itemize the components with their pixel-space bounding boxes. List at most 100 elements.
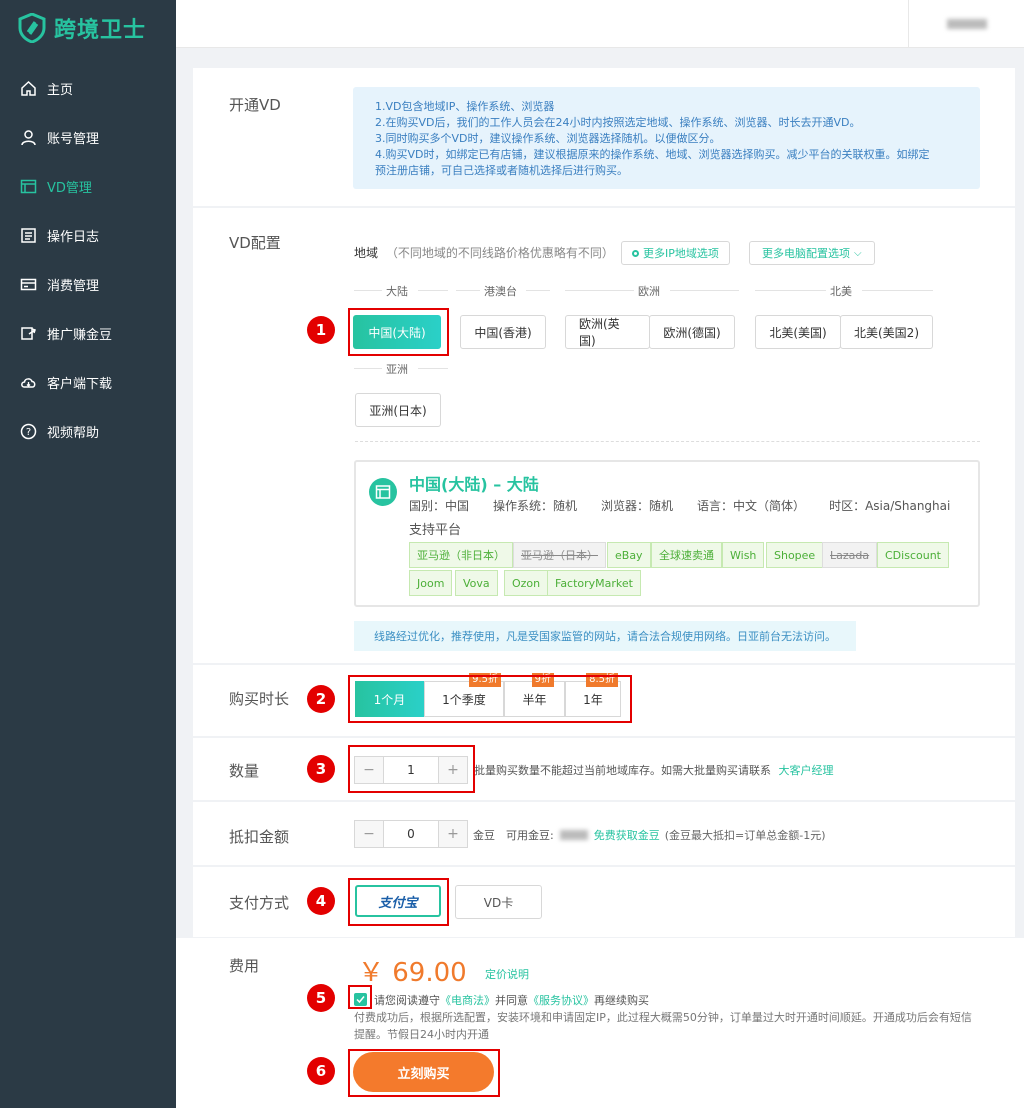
- region-europe-uk[interactable]: 欧洲(英国): [565, 315, 650, 349]
- info-line: 4.购买VD时，如绑定已有店铺，建议根据原来的操作系统、地域、浏览器选择购买。减…: [375, 148, 930, 161]
- platform-tag: Wish: [722, 542, 765, 568]
- region-asia-japan[interactable]: 亚洲(日本): [355, 393, 441, 427]
- window-icon: [20, 178, 37, 195]
- platform-tag: Vova: [455, 570, 498, 596]
- vd-card-option[interactable]: VD卡: [455, 885, 542, 919]
- sidebar-item-billing[interactable]: 消费管理: [0, 260, 176, 309]
- browser-window-icon: [369, 478, 397, 506]
- duration-label: 购买时长: [229, 690, 290, 708]
- agree-suffix: 再继续购买: [594, 994, 649, 1007]
- account-manager-link[interactable]: 大客户经理: [779, 764, 834, 777]
- home-icon: [20, 80, 37, 97]
- logo[interactable]: 跨境卫士: [0, 0, 176, 56]
- info-line: 预注册店铺，可自己选择或者随机选择后进行购买。: [375, 164, 628, 177]
- agree-prefix: 请您阅读遵守: [374, 994, 440, 1007]
- get-beans-link[interactable]: 免费获取金豆: [594, 827, 660, 843]
- region-label: 地域 （不同地域的不同线路价格优惠略有不同）: [354, 244, 614, 261]
- sidebar-item-label: 账号管理: [47, 132, 100, 147]
- info-line: 1.VD包含地域IP、操作系统、浏览器: [375, 100, 555, 113]
- beans-info: 金豆 可用金豆: 免费获取金豆 (金豆最大抵扣=订单总金额-1元): [473, 827, 826, 843]
- region-na-us[interactable]: 北美(美国): [755, 315, 841, 349]
- more-pc-config-button[interactable]: 更多电脑配置选项 ⌵: [749, 241, 875, 265]
- highlight-box: [348, 1049, 500, 1097]
- info-line: 3.同时购买多个VD时，建议操作系统、浏览器选择随机。以便做区分。: [375, 132, 721, 145]
- step-marker: 3: [307, 755, 335, 783]
- sidebar-item-label: 操作日志: [47, 230, 100, 245]
- platform-tag: Shopee: [766, 542, 824, 568]
- sidebar-item-download[interactable]: 客户端下载: [0, 358, 176, 407]
- platform-tag: Ozon: [504, 570, 549, 596]
- divider: [418, 290, 448, 291]
- sidebar-item-label: 推广赚金豆: [47, 328, 113, 343]
- deduction-rule: (金豆最大抵扣=订单总金额-1元): [664, 829, 826, 842]
- quantity-label: 数量: [229, 762, 260, 780]
- open-vd-section: 开通VD 1.VD包含地域IP、操作系统、浏览器 2.在购买VD后，我们的工作人…: [193, 68, 1015, 208]
- divider: [354, 290, 382, 291]
- group-label-europe: 欧洲: [638, 285, 660, 298]
- main-panel: 开通VD 1.VD包含地域IP、操作系统、浏览器 2.在购买VD后，我们的工作人…: [193, 68, 1015, 937]
- step-marker: 2: [307, 685, 335, 713]
- help-icon: ?: [20, 423, 37, 440]
- deduction-label: 抵扣金额: [229, 828, 290, 846]
- sidebar-item-label: VD管理: [47, 181, 92, 196]
- quantity-hint: 批量购买数量不能超过当前地域库存。如需大批量购买请联系 大客户经理: [474, 762, 834, 778]
- highlight-box: [348, 878, 449, 926]
- step-marker: 1: [307, 316, 335, 344]
- detail-country: 国别：中国: [409, 499, 470, 513]
- sidebar: 跨境卫士 主页 账号管理 VD管理 操作日志 消费管理 推广赚金豆 客户端下载 …: [0, 0, 176, 1108]
- fee-section: 费用 ￥ 69.00 定价说明 请您阅读遵守《电商法》并同意《服务协议》再继续购…: [176, 938, 1024, 1108]
- platform-label: 支持平台: [409, 523, 462, 538]
- platform-tag: CDiscount: [877, 542, 949, 568]
- divider: [526, 290, 550, 291]
- top-bar: [176, 0, 1024, 48]
- user-menu[interactable]: [908, 0, 1024, 48]
- platform-tag: Joom: [409, 570, 453, 596]
- platform-tag: 全球速卖通: [651, 542, 722, 568]
- divider: [862, 290, 933, 291]
- fee-label: 费用: [229, 957, 260, 975]
- route-notice: 线路经过优化，推荐使用，凡是受国家监管的网站，请合法合规使用网络。日亚前台无法访…: [354, 621, 856, 651]
- more-ip-button[interactable]: 更多IP地域选项: [621, 241, 730, 265]
- payment-label: 支付方式: [229, 894, 290, 912]
- beans-stepper: − 0 +: [354, 820, 468, 848]
- quantity-hint-text: 批量购买数量不能超过当前地域库存。如需大批量购买请联系: [474, 764, 771, 777]
- vd-config-section: VD配置 地域 （不同地域的不同线路价格优惠略有不同） 更多IP地域选项 更多电…: [193, 208, 1015, 665]
- sidebar-item-accounts[interactable]: 账号管理: [0, 113, 176, 162]
- share-icon: [20, 325, 37, 342]
- region-china-hongkong[interactable]: 中国(香港): [460, 315, 546, 349]
- sidebar-item-vd[interactable]: VD管理: [0, 162, 176, 211]
- group-label-hk-mo-tw: 港澳台: [484, 285, 517, 298]
- sidebar-item-help[interactable]: ? 视频帮助: [0, 407, 176, 456]
- platform-tag-disabled: 亚马逊（日本）: [513, 542, 606, 568]
- sidebar-item-label: 消费管理: [47, 279, 100, 294]
- region-details: 国别：中国 操作系统：随机 浏览器：随机 语言：中文（简体） 时区：Asia/S…: [409, 497, 950, 514]
- increment-button[interactable]: +: [439, 821, 467, 847]
- ecommerce-law-link[interactable]: 《电商法》: [440, 994, 495, 1007]
- service-agreement-link[interactable]: 《服务协议》: [528, 994, 594, 1007]
- sidebar-item-label: 视频帮助: [47, 426, 100, 441]
- log-icon: [20, 227, 37, 244]
- beans-value[interactable]: 0: [383, 821, 439, 847]
- pricing-info-link[interactable]: 定价说明: [485, 966, 529, 982]
- sidebar-item-referral[interactable]: 推广赚金豆: [0, 309, 176, 358]
- agree-text: 请您阅读遵守《电商法》并同意《服务协议》再继续购买: [374, 992, 649, 1008]
- region-europe-germany[interactable]: 欧洲(德国): [649, 315, 735, 349]
- platform-tag: FactoryMarket: [547, 570, 641, 596]
- more-ip-label: 更多IP地域选项: [643, 247, 719, 260]
- agree-mid: 并同意: [495, 994, 528, 1007]
- detail-browser: 浏览器：随机: [601, 499, 674, 513]
- info-line: 2.在购买VD后，我们的工作人员会在24小时内按照选定地域、操作系统、浏览器、时…: [375, 116, 861, 129]
- sidebar-item-label: 客户端下载: [47, 377, 113, 392]
- highlight-box: [348, 985, 372, 1009]
- highlight-box: [348, 675, 632, 723]
- user-icon: [20, 129, 37, 146]
- beans-unit: 金豆: [473, 829, 495, 842]
- fee-note: 付费成功后，根据所选配置，安装环境和申请固定IP，此过程大概需50分钟，订单量过…: [354, 1011, 972, 1041]
- sidebar-item-logs[interactable]: 操作日志: [0, 211, 176, 260]
- region-na-us2[interactable]: 北美(美国2): [840, 315, 933, 349]
- username-blurred: [946, 19, 987, 29]
- sidebar-item-home[interactable]: 主页: [0, 64, 176, 113]
- step-marker: 5: [307, 984, 335, 1012]
- price: ￥ 69.00: [358, 958, 467, 988]
- decrement-button[interactable]: −: [355, 821, 383, 847]
